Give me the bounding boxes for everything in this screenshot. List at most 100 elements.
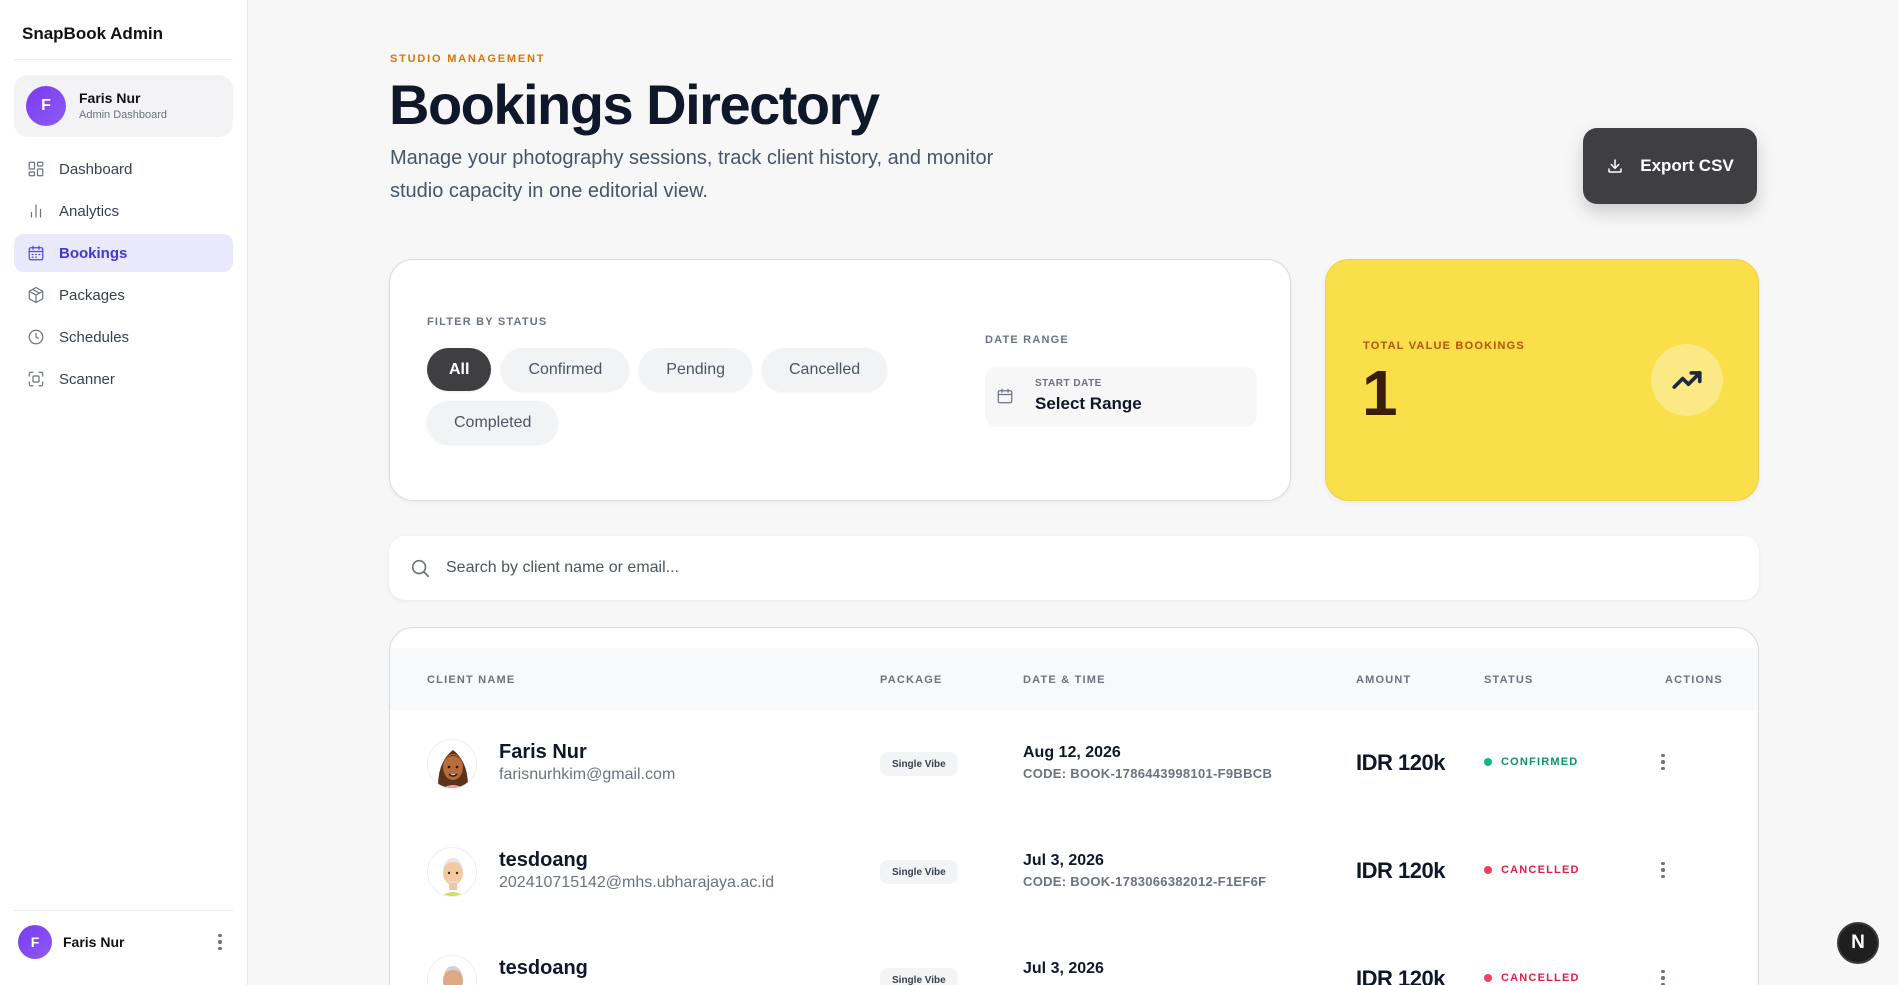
status-dot — [1484, 974, 1492, 982]
divider — [14, 910, 233, 911]
chip-pending[interactable]: Pending — [639, 348, 752, 391]
female-avatar-icon — [428, 740, 476, 788]
divider — [14, 59, 233, 60]
trending-up-icon — [1651, 344, 1723, 416]
clock-icon — [26, 327, 46, 347]
client-avatar — [427, 739, 477, 789]
user-name: Faris Nur — [79, 90, 141, 106]
status-text: CONFIRMED — [1501, 756, 1579, 768]
client-name: tesdoang — [499, 957, 588, 979]
booking-date: Aug 12, 2026 — [1023, 744, 1121, 761]
booking-date: Jul 3, 2026 — [1023, 852, 1104, 869]
booking-amount: IDR 120k — [1356, 966, 1445, 985]
more-options-icon[interactable] — [210, 930, 230, 954]
client-email: 202410715142@mhs.ubharajaya.ac.id — [499, 874, 775, 891]
row-actions-icon[interactable] — [1653, 858, 1673, 882]
export-csv-button[interactable]: Export CSV — [1583, 128, 1757, 204]
column-header-package[interactable]: PACKAGE — [880, 674, 943, 686]
table-row[interactable]: tesdoang 202410715142@mhs.ubharajaya.ac.… — [390, 818, 1758, 926]
sidebar-item-label: Bookings — [59, 244, 128, 262]
export-csv-label: Export CSV — [1640, 156, 1734, 175]
chip-completed[interactable]: Completed — [427, 401, 559, 444]
package-badge: Single Vibe — [880, 860, 958, 884]
stat-label: TOTAL VALUE BOOKINGS — [1363, 340, 1525, 352]
date-range-picker[interactable]: START DATE Select Range — [985, 367, 1257, 427]
package-badge: Single Vibe — [880, 752, 958, 776]
booking-amount: IDR 120k — [1356, 858, 1445, 883]
elder-avatar-icon — [428, 848, 476, 896]
page-subtitle: Manage your photography sessions, track … — [390, 147, 994, 202]
package-badge: Single Vibe — [880, 968, 958, 985]
client-email: farisnurhkim@gmail.com — [499, 766, 676, 783]
column-header-amount[interactable]: AMOUNT — [1356, 674, 1411, 686]
page-eyebrow: STUDIO MANAGEMENT — [390, 53, 546, 65]
sidebar-item-schedules[interactable]: Schedules — [14, 318, 233, 356]
filter-status-label: FILTER BY STATUS — [427, 316, 548, 328]
search-input[interactable] — [446, 559, 1646, 577]
brand-title: SnapBook Admin — [22, 24, 164, 43]
user-card[interactable]: F Faris Nur Admin Dashboard — [14, 75, 233, 137]
sidebar-item-label: Packages — [59, 286, 125, 304]
status-text: CANCELLED — [1501, 972, 1580, 984]
bookings-table: CLIENT NAME PACKAGE DATE & TIME AMOUNT S… — [389, 627, 1759, 985]
sidebar-nav: Dashboard Analytics Bookings Packages Sc… — [14, 150, 233, 402]
table-header: CLIENT NAME PACKAGE DATE & TIME AMOUNT S… — [390, 648, 1758, 710]
elder-avatar-icon — [428, 956, 476, 985]
user-role: Admin Dashboard — [79, 109, 168, 121]
search-icon — [409, 557, 431, 579]
status-dot — [1484, 758, 1492, 766]
search-bar — [389, 536, 1759, 600]
download-icon — [1608, 159, 1622, 173]
column-header-status[interactable]: STATUS — [1484, 674, 1534, 686]
sidebar-item-dashboard[interactable]: Dashboard — [14, 150, 233, 188]
sidebar-item-analytics[interactable]: Analytics — [14, 192, 233, 230]
bar-chart-icon — [26, 201, 46, 221]
sidebar-item-label: Analytics — [59, 202, 120, 220]
status-badge: CANCELLED — [1484, 864, 1580, 876]
scan-icon — [26, 369, 46, 389]
table-row[interactable]: tesdoang Single Vibe Jul 3, 2026 IDR 120… — [390, 926, 1758, 985]
status-dot — [1484, 866, 1492, 874]
status-badge: CANCELLED — [1484, 972, 1580, 984]
chip-confirmed[interactable]: Confirmed — [501, 348, 630, 391]
sidebar-item-bookings[interactable]: Bookings — [14, 234, 233, 272]
booking-amount: IDR 120k — [1356, 750, 1445, 775]
sidebar-item-label: Dashboard — [59, 160, 133, 178]
column-header-actions: ACTIONS — [1665, 674, 1723, 686]
filter-card: FILTER BY STATUS All Confirmed Pending C… — [389, 259, 1291, 501]
stat-value: 1 — [1362, 357, 1398, 429]
avatar: F — [18, 925, 52, 959]
start-date-label: START DATE — [1035, 378, 1102, 389]
package-icon — [26, 285, 46, 305]
booking-date: Jul 3, 2026 — [1023, 960, 1104, 977]
sidebar-item-scanner[interactable]: Scanner — [14, 360, 233, 398]
date-range-label: DATE RANGE — [985, 334, 1069, 346]
booking-code: CODE: BOOK-1783066382012-F1EF6F — [1023, 874, 1267, 889]
status-chip-group: All Confirmed Pending Cancelled Complete… — [427, 348, 927, 444]
status-text: CANCELLED — [1501, 864, 1580, 876]
table-row[interactable]: Faris Nur farisnurhkim@gmail.com Single … — [390, 710, 1758, 818]
calendar-icon — [996, 387, 1014, 405]
client-avatar — [427, 955, 477, 985]
total-value-card: TOTAL VALUE BOOKINGS 1 — [1325, 259, 1759, 501]
chip-all[interactable]: All — [427, 348, 492, 391]
chip-cancelled[interactable]: Cancelled — [761, 348, 888, 391]
client-name: Faris Nur — [499, 741, 587, 763]
client-avatar — [427, 847, 477, 897]
calendar-icon — [26, 243, 46, 263]
sidebar-footer-user[interactable]: F Faris Nur — [18, 924, 230, 960]
column-header-client[interactable]: CLIENT NAME — [427, 674, 515, 686]
column-header-datetime[interactable]: DATE & TIME — [1023, 674, 1106, 686]
client-name: tesdoang — [499, 849, 588, 871]
sidebar-item-label: Scanner — [59, 370, 115, 388]
nextjs-devtools-button[interactable]: N — [1837, 922, 1879, 964]
start-date-value: Select Range — [1035, 394, 1142, 413]
sidebar-item-label: Schedules — [59, 328, 130, 346]
booking-code: CODE: BOOK-1786443998101-F9BBCB — [1023, 766, 1273, 781]
row-actions-icon[interactable] — [1653, 966, 1673, 985]
dashboard-icon — [26, 159, 46, 179]
page-title: Bookings Directory — [389, 73, 880, 136]
sidebar-item-packages[interactable]: Packages — [14, 276, 233, 314]
row-actions-icon[interactable] — [1653, 750, 1673, 774]
footer-user-name: Faris Nur — [63, 934, 125, 950]
